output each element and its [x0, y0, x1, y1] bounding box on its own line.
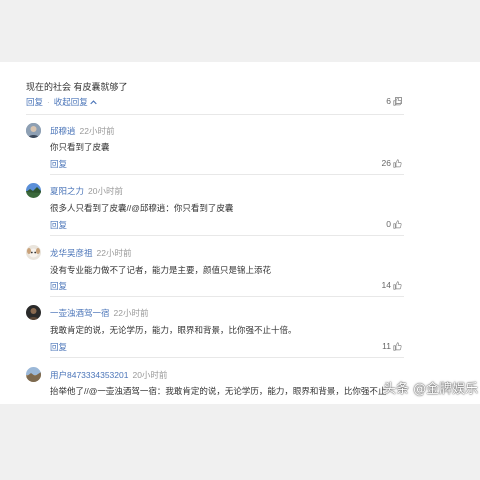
like-button[interactable]: 26 [382, 158, 402, 168]
like-button[interactable]: 11 [382, 341, 402, 351]
like-button[interactable]: 14 [382, 280, 402, 290]
watermark: 头条 @金牌娱乐 [383, 382, 479, 397]
collapse-replies-button[interactable]: 收起回复 [54, 96, 97, 108]
reply-header: 一壶浊酒驾一宿 22小时前 [50, 307, 148, 319]
username[interactable]: 邱穆逍 [50, 126, 76, 136]
reply-button[interactable]: 回复 [50, 158, 67, 170]
divider [50, 174, 404, 175]
reply-header: 邱穆逍 22小时前 [50, 125, 114, 137]
more-icon[interactable] [395, 97, 402, 104]
reply-header: 龙华吴彦祖 22小时前 [50, 247, 131, 259]
divider [50, 235, 404, 236]
username[interactable]: 一壶浊酒驾一宿 [50, 308, 110, 318]
reply-button[interactable]: 回复 [50, 280, 67, 292]
chevron-up-icon [90, 100, 97, 105]
avatar[interactable] [26, 183, 41, 198]
divider [50, 296, 404, 297]
avatar[interactable] [26, 367, 41, 382]
thumb-up-icon [393, 280, 402, 290]
divider [50, 357, 404, 358]
timestamp: 20小时前 [88, 186, 123, 196]
top-comment-actions: 回复 · 收起回复 [26, 96, 97, 108]
top-comment-text: 现在的社会 有皮囊就够了 [26, 82, 128, 92]
avatar[interactable] [26, 305, 41, 320]
avatar[interactable] [26, 245, 41, 260]
reply-button[interactable]: 回复 [50, 341, 67, 353]
username[interactable]: 龙华吴彦祖 [50, 248, 93, 258]
like-count: 11 [382, 341, 391, 351]
timestamp: 22小时前 [113, 308, 149, 318]
thumb-up-icon [393, 219, 402, 229]
like-count: 0 [386, 219, 391, 229]
collapse-label: 收起回复 [53, 97, 88, 107]
reply-text: 抬举他了//@一壶浊酒驾一宿：我敢肯定的说，无论学历，能力，眼界和背景，比你强不… [50, 386, 387, 396]
reply-text: 没有专业能力做不了记者，能力是主要，颜值只是锦上添花 [50, 265, 272, 275]
username[interactable]: 夏阳之力 [50, 186, 84, 196]
action-separator: · [47, 97, 50, 107]
timestamp: 20小时前 [132, 370, 168, 380]
reply-button[interactable]: 回复 [50, 219, 67, 231]
like-button[interactable]: 0 [386, 219, 402, 229]
reply-header: 用户8473334353201 20小时前 [50, 369, 167, 381]
like-count: 26 [381, 158, 391, 168]
divider [26, 114, 404, 115]
reply-text: 我敢肯定的说，无论学历，能力，眼界和背景，比你强不止十倍。 [50, 325, 297, 335]
avatar[interactable] [26, 123, 41, 138]
timestamp: 22小时前 [79, 126, 115, 136]
thumb-up-icon [393, 341, 402, 351]
comment-panel: 现在的社会 有皮囊就够了 回复 · 收起回复 6 邱穆逍 22小时前 你只看到了皮… [0, 62, 480, 404]
top-like-count: 6 [386, 96, 391, 106]
top-reply-button[interactable]: 回复 [26, 96, 43, 108]
timestamp: 22小时前 [96, 248, 132, 258]
reply-text: 你只看到了皮囊 [50, 142, 110, 152]
reply-text: 很多人只看到了皮囊//@邱穆逍：你只看到了皮囊 [50, 203, 234, 213]
like-count: 14 [381, 280, 391, 290]
username[interactable]: 用户8473334353201 [50, 370, 128, 380]
reply-header: 夏阳之力 20小时前 [50, 185, 123, 197]
thumb-up-icon [393, 158, 402, 168]
